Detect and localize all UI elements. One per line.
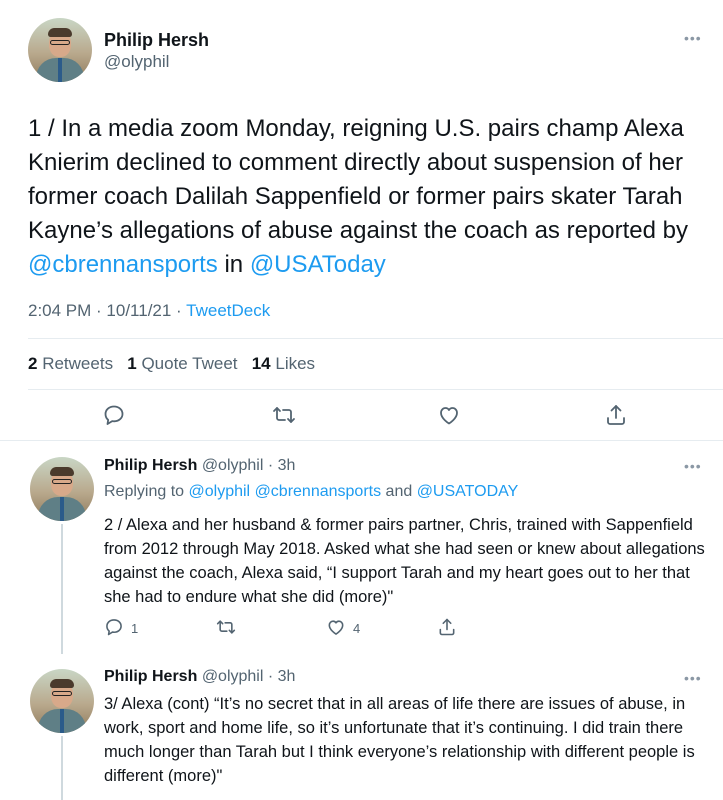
author-name[interactable]: Philip Hersh xyxy=(104,668,197,685)
avatar[interactable] xyxy=(30,457,94,521)
avatar[interactable] xyxy=(28,18,92,82)
like-count: 4 xyxy=(353,621,361,636)
more-icon[interactable]: ••• xyxy=(684,458,702,474)
engagement-stats: 2 Retweets 1 Quote Tweet 14 Likes xyxy=(28,354,315,374)
likes-stat[interactable]: 14 Likes xyxy=(252,354,315,373)
retweets-stat[interactable]: 2 Retweets xyxy=(28,354,113,373)
replying-and: and xyxy=(381,483,417,500)
replying-to: Replying to @olyphil @cbrennansports and… xyxy=(104,483,518,501)
reply-header: Philip Hersh @olyphil · 3h xyxy=(104,668,295,686)
tweet-text: 2 / Alexa and her husband & former pairs… xyxy=(104,516,705,606)
tweet-source[interactable]: TweetDeck xyxy=(186,301,270,320)
tweet-meta: 2:04 PM · 10/11/21 · TweetDeck xyxy=(28,301,270,321)
divider xyxy=(0,440,723,441)
reply-count: 1 xyxy=(131,621,139,636)
share-icon[interactable] xyxy=(437,617,457,637)
tweet-text-part: in xyxy=(217,251,250,278)
mention-link[interactable]: @USATODAY xyxy=(417,483,519,500)
tweet-timestamp[interactable]: 2:04 PM · 10/11/21 · xyxy=(28,301,186,320)
heart-icon[interactable] xyxy=(326,617,346,637)
share-icon[interactable] xyxy=(604,403,628,427)
mention-link[interactable]: @cbrennansports xyxy=(28,251,218,278)
divider xyxy=(28,389,723,390)
tweet-age[interactable]: · 3h xyxy=(263,668,296,685)
reply-header: Philip Hersh @olyphil · 3h xyxy=(104,457,295,475)
author-handle[interactable]: @olyphil xyxy=(202,668,264,685)
replying-label: Replying to xyxy=(104,483,189,500)
mention-link[interactable]: @cbrennansports xyxy=(255,483,382,500)
more-icon[interactable]: ••• xyxy=(684,30,702,46)
thread-line xyxy=(61,524,63,654)
reply-icon[interactable] xyxy=(102,403,126,427)
quotes-stat[interactable]: 1 Quote Tweet xyxy=(127,354,237,373)
author-name[interactable]: Philip Hersh xyxy=(104,30,209,51)
avatar[interactable] xyxy=(30,669,94,733)
divider xyxy=(28,338,723,339)
mention-link[interactable]: @olyphil xyxy=(189,483,251,500)
tweet-age[interactable]: · 3h xyxy=(263,457,296,474)
author-handle[interactable]: @olyphil xyxy=(104,52,169,72)
retweet-icon[interactable] xyxy=(272,403,296,427)
author-name[interactable]: Philip Hersh xyxy=(104,457,197,474)
thread-line xyxy=(61,736,63,800)
tweet-text: 3/ Alexa (cont) “It’s no secret that in … xyxy=(104,695,695,785)
tweet-text: 1 / In a media zoom Monday, reigning U.S… xyxy=(28,112,708,282)
reply-icon[interactable] xyxy=(104,617,124,637)
author-handle[interactable]: @olyphil xyxy=(202,457,264,474)
tweet-text-part: 1 / In a media zoom Monday, reigning U.S… xyxy=(28,115,688,244)
mention-link[interactable]: @USAToday xyxy=(250,251,386,278)
more-icon[interactable]: ••• xyxy=(684,670,702,686)
heart-icon[interactable] xyxy=(437,403,461,427)
retweet-icon[interactable] xyxy=(216,617,236,637)
